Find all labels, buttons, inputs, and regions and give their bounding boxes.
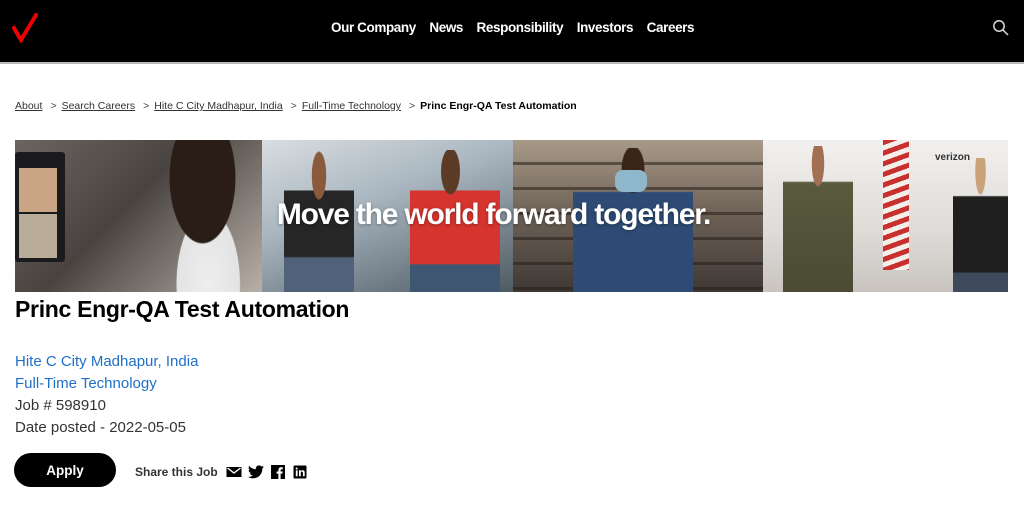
nav-responsibility[interactable]: Responsibility xyxy=(477,20,564,35)
job-number: Job # 598910 xyxy=(15,397,106,414)
breadcrumb-separator: > xyxy=(409,100,416,112)
face-mask xyxy=(615,170,647,192)
verizon-logo[interactable] xyxy=(11,12,39,44)
linkedin-icon[interactable] xyxy=(292,465,308,479)
breadcrumb-current: Princ Engr-QA Test Automation xyxy=(420,100,577,112)
nav-our-company[interactable]: Our Company xyxy=(331,20,416,35)
breadcrumb-search-careers[interactable]: Search Careers xyxy=(62,100,136,112)
checkmark-logo-icon xyxy=(11,12,39,44)
facebook-icon[interactable] xyxy=(270,465,286,479)
nav-careers[interactable]: Careers xyxy=(647,20,695,35)
twitter-icon[interactable] xyxy=(247,465,264,479)
date-posted: Date posted - 2022-05-05 xyxy=(15,419,186,436)
banner-headline: Move the world forward together. xyxy=(15,198,1008,232)
job-location-link[interactable]: Hite C City Madhapur, India xyxy=(15,351,198,373)
job-category-link[interactable]: Full-Time Technology xyxy=(15,373,198,395)
breadcrumb-separator: > xyxy=(143,100,150,112)
breadcrumb-separator: > xyxy=(50,100,57,112)
breadcrumb-category[interactable]: Full-Time Technology xyxy=(302,100,401,112)
breadcrumb-about[interactable]: About xyxy=(15,100,42,112)
share-job: Share this Job xyxy=(135,465,314,479)
breadcrumb-location[interactable]: Hite C City Madhapur, India xyxy=(154,100,282,112)
search-button[interactable] xyxy=(992,19,1010,37)
main-nav: Our Company News Responsibility Investor… xyxy=(331,20,708,35)
share-label: Share this Job xyxy=(135,465,218,479)
nav-news[interactable]: News xyxy=(429,20,463,35)
nav-investors[interactable]: Investors xyxy=(577,20,634,35)
banner-headline-text: Move the world forward together. xyxy=(276,198,712,231)
search-icon xyxy=(993,20,1009,36)
breadcrumb-separator: > xyxy=(290,100,297,112)
job-details: Hite C City Madhapur, India Full-Time Te… xyxy=(15,351,198,439)
top-navigation-bar: Our Company News Responsibility Investor… xyxy=(0,0,1024,64)
job-title: Princ Engr-QA Test Automation xyxy=(15,296,350,322)
apply-button[interactable]: Apply xyxy=(14,453,116,487)
email-icon[interactable] xyxy=(226,465,242,479)
hero-banner: verizon Move the world forward together. xyxy=(15,140,1008,292)
breadcrumb: About > Search Careers > Hite C City Mad… xyxy=(15,100,577,112)
